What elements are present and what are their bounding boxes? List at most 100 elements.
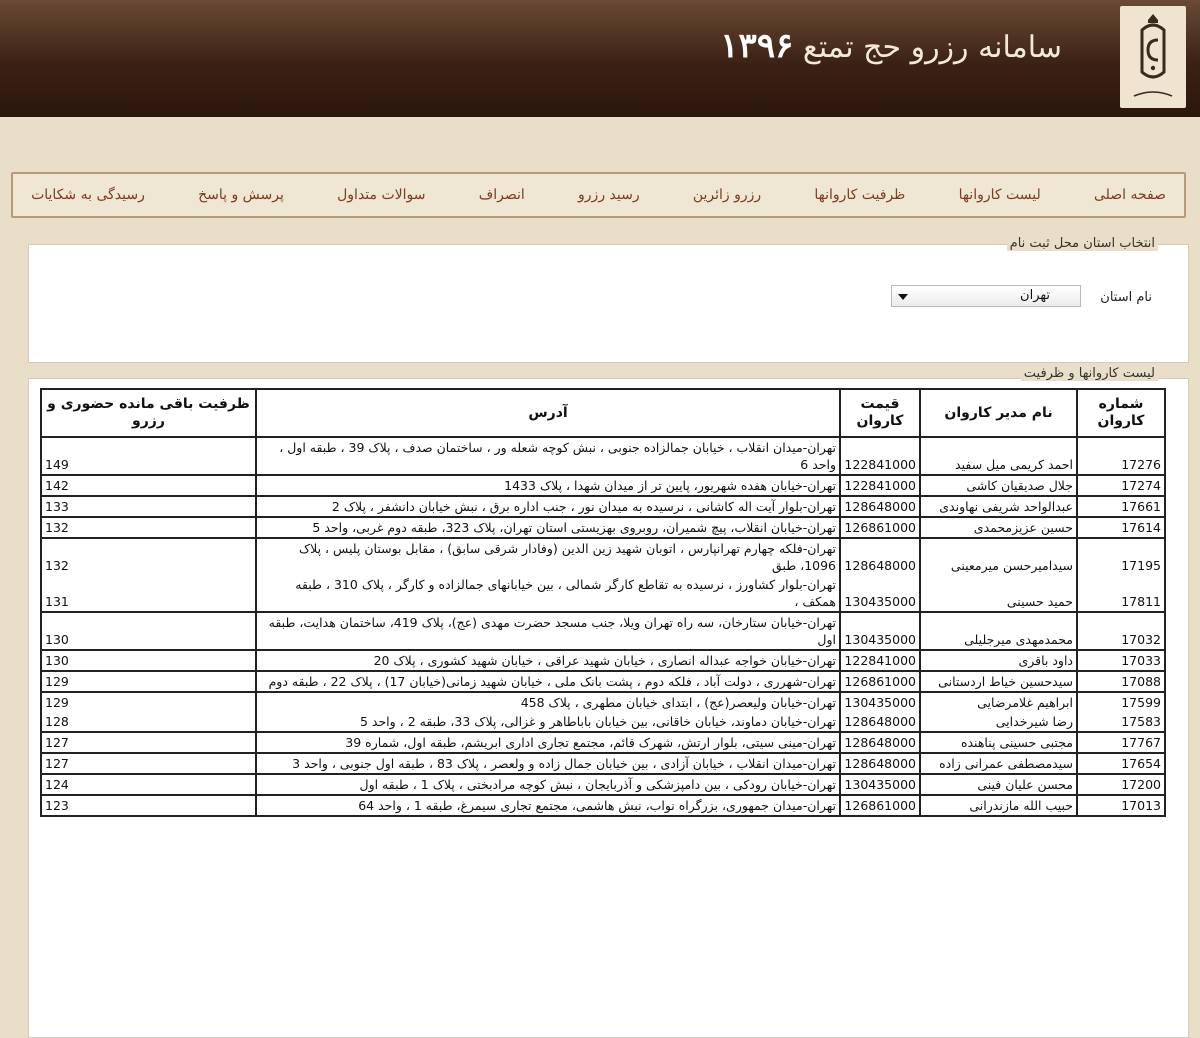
table-row: 17811 حمید حسینی 130435000 تهران-بلوار کشاو… — [40, 575, 1166, 613]
site-title-year: ۱۳۹۶ — [720, 26, 794, 66]
caravan-address: تهران-خیابان دماوند، خیابان خاقانی، بین … — [255, 712, 841, 733]
table-row: 17614 حسین عزیزمحمدی 126861000 تهران-خیابان… — [40, 517, 1166, 539]
remaining-capacity: 130 — [40, 650, 257, 672]
menu-item-faq[interactable]: سوالات متداول — [327, 187, 435, 203]
table-row: 17032 محمدمهدی میرجلیلی 130435000 تهران-خیا… — [40, 612, 1166, 651]
site-header: سامانه رزرو حج تمتع ۱۳۹۶ — [0, 0, 1200, 117]
caravan-price: 130435000 — [839, 575, 921, 613]
caravan-number: 17811 — [1076, 575, 1166, 613]
menu-item-reservation-receipt[interactable]: رسید رزرو — [568, 187, 650, 203]
caravan-address: تهران-خیابان خواجه عبداله انصاری ، خیابا… — [255, 650, 841, 672]
remaining-capacity: 131 — [40, 575, 257, 613]
table-row: 17276 احمد کریمی میل سفید 122841000 تهران-م… — [40, 437, 1166, 476]
manager-name: رضا شیرخدایی — [919, 712, 1078, 733]
remaining-capacity: 127 — [40, 732, 257, 754]
table-row: 17583 رضا شیرخدایی 128648000 تهران-خیابان د… — [40, 712, 1166, 733]
header-address: آدرس — [255, 388, 841, 438]
caravan-number: 17583 — [1076, 712, 1166, 733]
caravan-price: 128648000 — [839, 712, 921, 733]
table-header-row: شماره کاروان نام مدیر کاروان قیمت کاروان… — [40, 388, 1166, 438]
menu-item-questions-answers[interactable]: پرسش و پاسخ — [188, 187, 294, 203]
manager-name: حبیب الله مازندرانی — [919, 795, 1078, 817]
header-number: شماره کاروان — [1076, 388, 1166, 438]
caravan-address: تهران-خیابان رودکی ، بین دامپزشکی و آذرب… — [255, 774, 841, 796]
manager-name: داود باقری — [919, 650, 1078, 672]
table-row: 17654 سیدمصطفی عمرانی زاده 128648000 تهران-… — [40, 753, 1166, 775]
menu-item-complaints[interactable]: رسیدگی به شکایات — [21, 187, 155, 203]
caravan-number: 17767 — [1076, 732, 1166, 754]
menu-item-home[interactable]: صفحه اصلی — [1084, 187, 1176, 203]
remaining-capacity: 142 — [40, 475, 257, 497]
manager-name: حمید حسینی — [919, 575, 1078, 613]
caravan-price: 130435000 — [839, 774, 921, 796]
header-manager: نام مدیر کاروان — [919, 388, 1078, 438]
manager-name: سیدمصطفی عمرانی زاده — [919, 753, 1078, 775]
caravan-price: 128648000 — [839, 753, 921, 775]
table-row: 17599 ابراهیم غلامرضایی 130435000 تهران-خیا… — [40, 692, 1166, 712]
caravan-price: 126861000 — [839, 517, 921, 539]
caravan-number: 17088 — [1076, 671, 1166, 693]
remaining-capacity: 123 — [40, 795, 257, 817]
caravan-address: تهران-بلوار آیت اله کاشانی ، نرسیده به م… — [255, 496, 841, 518]
manager-name: عبدالواحد شریفی نهاوندی — [919, 496, 1078, 518]
caravan-price: 122841000 — [839, 437, 921, 476]
menu-item-caravan-capacity[interactable]: ظرفیت کاروانها — [804, 187, 915, 203]
caravan-price: 126861000 — [839, 671, 921, 693]
remaining-capacity: 129 — [40, 692, 257, 712]
manager-name: حسین عزیزمحمدی — [919, 517, 1078, 539]
caravan-address: تهران-خیابان ستارخان، سه راه تهران ویلا،… — [255, 612, 841, 651]
table-row: 17274 جلال صدیقیان کاشی 122841000 تهران-خیا… — [40, 475, 1166, 497]
remaining-capacity: 129 — [40, 671, 257, 693]
caravan-address: تهران-خیابان انقلاب، پیچ شمیران، روبروی … — [255, 517, 841, 539]
caravan-price: 126861000 — [839, 795, 921, 817]
caravan-number: 17661 — [1076, 496, 1166, 518]
province-field-label: نام استان — [1100, 290, 1152, 305]
remaining-capacity: 132 — [40, 517, 257, 539]
chevron-down-icon — [898, 294, 908, 300]
table-row: 17200 محسن علیان فینی 130435000 تهران-خیابا… — [40, 774, 1166, 796]
province-panel-legend: انتخاب استان محل ثبت نام — [1006, 236, 1158, 251]
table-row: 17767 مجتبی حسینی پناهنده 128648000 تهران-م… — [40, 732, 1166, 754]
caravan-number: 17274 — [1076, 475, 1166, 497]
table-row: 17033 داود باقری 122841000 تهران-خیابان خوا… — [40, 650, 1166, 672]
remaining-capacity: 130 — [40, 612, 257, 651]
caravan-list-legend: لیست کاروانها و ظرفیت — [1020, 366, 1158, 381]
menu-item-cancellation[interactable]: انصراف — [469, 187, 535, 203]
table-row: 17661 عبدالواحد شریفی نهاوندی 128648000 تهر… — [40, 496, 1166, 518]
table-row: 17088 سیدحسین خیاط اردستانی 126861000 تهران… — [40, 671, 1166, 693]
main-menu: صفحه اصلی لیست کاروانها ظرفیت کاروانها ر… — [11, 172, 1186, 218]
caravan-price: 128648000 — [839, 538, 921, 575]
caravan-address: تهران-میدان جمهوری، بزرگراه نواب، نبش ها… — [255, 795, 841, 817]
manager-name: ابراهیم غلامرضایی — [919, 692, 1078, 712]
caravan-address: تهران-میدان انقلاب ، خیابان آزادی ، بین … — [255, 753, 841, 775]
manager-name: سیدحسین خیاط اردستانی — [919, 671, 1078, 693]
caravan-number: 17013 — [1076, 795, 1166, 817]
caravan-number: 17599 — [1076, 692, 1166, 712]
caravan-number: 17614 — [1076, 517, 1166, 539]
province-select[interactable]: تهران — [891, 285, 1081, 307]
table-row: 17195 سیدامیرحسن میرمعینی 128648000 تهران-ف… — [40, 538, 1166, 575]
caravan-address: تهران-خیابان ولیعصر(عج) ، ابتدای خیابان … — [255, 692, 841, 712]
remaining-capacity: 149 — [40, 437, 257, 476]
caravan-price: 122841000 — [839, 475, 921, 497]
caravan-number: 17033 — [1076, 650, 1166, 672]
caravan-price: 130435000 — [839, 692, 921, 712]
remaining-capacity: 128 — [40, 712, 257, 733]
caravan-price: 122841000 — [839, 650, 921, 672]
caravan-number: 17200 — [1076, 774, 1166, 796]
remaining-capacity: 124 — [40, 774, 257, 796]
remaining-capacity: 132 — [40, 538, 257, 575]
site-title: سامانه رزرو حج تمتع ۱۳۹۶ — [720, 26, 1062, 66]
caravan-address: تهران-شهرری ، دولت آباد ، فلکه دوم ، پشت… — [255, 671, 841, 693]
remaining-capacity: 133 — [40, 496, 257, 518]
menu-item-caravan-list[interactable]: لیست کاروانها — [949, 187, 1051, 203]
caravan-number: 17654 — [1076, 753, 1166, 775]
caravan-table-body: 17276 احمد کریمی میل سفید 122841000 تهران-م… — [40, 437, 1166, 817]
caravan-table: شماره کاروان نام مدیر کاروان قیمت کاروان… — [40, 388, 1166, 817]
caravan-number: 17195 — [1076, 538, 1166, 575]
hajj-organization-logo[interactable] — [1120, 6, 1186, 108]
menu-item-pilgrim-reservation[interactable]: رزرو زائرین — [683, 187, 771, 203]
manager-name: مجتبی حسینی پناهنده — [919, 732, 1078, 754]
caravan-price: 128648000 — [839, 732, 921, 754]
site-title-text: سامانه رزرو حج تمتع — [802, 30, 1062, 65]
